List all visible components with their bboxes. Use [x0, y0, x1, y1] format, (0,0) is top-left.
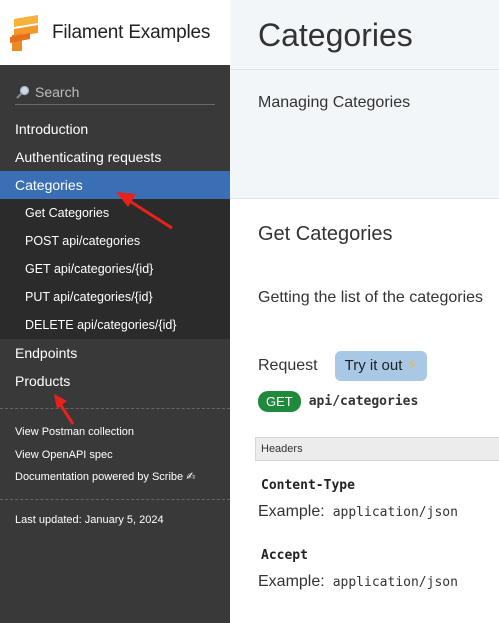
- headers-section-header: Headers: [255, 437, 499, 461]
- search-input[interactable]: Search: [15, 79, 215, 105]
- intro-section: Managing Categories: [230, 70, 499, 199]
- sidebar-nav: Introduction Authenticating requests Cat…: [0, 115, 230, 395]
- try-it-out-label: Try it out: [344, 357, 403, 374]
- search-icon: [16, 85, 30, 99]
- brand-header[interactable]: Filament Examples: [0, 0, 230, 65]
- endpoint-row: GET api/categories: [258, 391, 499, 412]
- sidebar-item-products[interactable]: Products: [0, 367, 230, 395]
- sidebar-subitem-delete-category[interactable]: DELETE api/categories/{id}: [0, 311, 230, 339]
- last-updated: Last updated: January 5, 2024: [15, 513, 164, 526]
- sidebar-item-introduction[interactable]: Introduction: [0, 115, 230, 143]
- example-label: Example:: [258, 503, 325, 520]
- endpoint-section: Get Categories Getting the list of the c…: [230, 199, 499, 591]
- page-header: Categories: [230, 0, 499, 70]
- brand-name: Filament Examples: [52, 21, 211, 43]
- postman-collection-link[interactable]: View Postman collection: [15, 421, 230, 444]
- sidebar-links: View Postman collection View OpenAPI spe…: [0, 409, 230, 499]
- request-label: Request: [258, 357, 318, 374]
- try-it-out-button[interactable]: Try it out ⚡: [334, 351, 428, 381]
- intro-text: Managing Categories: [258, 94, 411, 111]
- sidebar-item-authenticating-requests[interactable]: Authenticating requests: [0, 143, 230, 171]
- sidebar-subitem-get-category[interactable]: GET api/categories/{id}: [0, 255, 230, 283]
- filament-logo-icon: [10, 14, 38, 51]
- header-example-row: Example: application/json: [258, 503, 499, 521]
- sidebar-item-endpoints[interactable]: Endpoints: [0, 339, 230, 367]
- sidebar-subitem-get-categories[interactable]: Get Categories: [0, 199, 230, 227]
- header-example-row: Example: application/json: [258, 573, 499, 591]
- example-value: application/json: [332, 505, 458, 520]
- header-name: Content-Type: [261, 478, 355, 493]
- header-name: Accept: [261, 548, 308, 563]
- openapi-spec-link[interactable]: View OpenAPI spec: [15, 444, 230, 467]
- example-label: Example:: [258, 573, 325, 590]
- sidebar-item-categories[interactable]: Categories: [0, 171, 230, 199]
- scribe-credit-link[interactable]: Documentation powered by Scribe ✍: [15, 466, 230, 489]
- endpoint-path: api/categories: [308, 394, 419, 409]
- sidebar-subitem-put-category[interactable]: PUT api/categories/{id}: [0, 283, 230, 311]
- http-method-badge: GET: [258, 391, 301, 412]
- search-placeholder: Search: [35, 83, 80, 100]
- section-title: Get Categories: [258, 223, 393, 245]
- sidebar-subitem-post-categories[interactable]: POST api/categories: [0, 227, 230, 255]
- example-value: application/json: [332, 575, 458, 590]
- lightning-icon: ⚡: [406, 357, 418, 374]
- main-content: Categories Managing Categories Get Categ…: [230, 0, 499, 623]
- request-row: Request Try it out ⚡: [258, 351, 499, 381]
- section-description: Getting the list of the categories: [258, 289, 484, 306]
- sidebar-subnav-categories: Get Categories POST api/categories GET a…: [0, 199, 230, 339]
- page-title: Categories: [258, 17, 413, 53]
- sidebar: Filament Examples Search Introduction Au…: [0, 0, 230, 623]
